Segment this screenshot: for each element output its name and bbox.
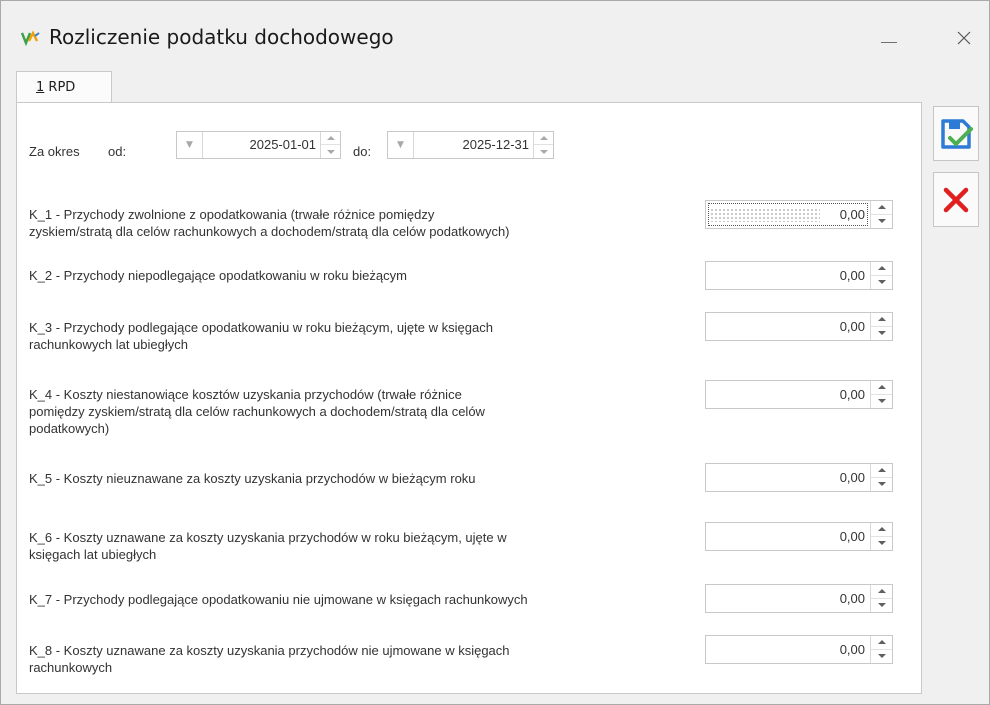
tab-label: RPD — [44, 80, 76, 95]
k8-spinner[interactable] — [870, 636, 892, 663]
row-k5-label: K_5 - Koszty nieuznawane za koszty uzysk… — [29, 470, 476, 487]
row-k7-label: K_7 - Przychody podlegające opodatkowani… — [29, 591, 528, 608]
date-to-field[interactable]: ▼ 2025-12-31 — [387, 131, 554, 159]
period-to-label: do: — [353, 144, 372, 159]
minimize-icon — [881, 41, 897, 43]
window-title: Rozliczenie podatku dochodowego — [49, 25, 394, 49]
k8-amount-input[interactable]: 0,00 — [705, 635, 893, 664]
spin-up-icon[interactable] — [871, 201, 892, 215]
spin-up-icon[interactable] — [321, 132, 340, 145]
row-k7-line: K_7 - Przychody podlegające opodatkowani… — [29, 592, 528, 607]
date-from-spinner[interactable] — [320, 132, 340, 158]
tab-rpd[interactable]: 1 RPD — [16, 71, 112, 103]
row-k2-line: K_2 - Przychody niepodlegające opodatkow… — [29, 268, 407, 283]
k7-spinner[interactable] — [870, 585, 892, 612]
dropdown-arrow-icon[interactable]: ▼ — [177, 132, 203, 158]
spin-down-icon[interactable] — [871, 215, 892, 229]
row-k1-line: K_1 - Przychody zwolnione z opodatkowani… — [29, 207, 435, 222]
date-to-value: 2025-12-31 — [462, 137, 530, 152]
spin-down-icon[interactable] — [871, 478, 892, 492]
dropdown-arrow-icon[interactable]: ▼ — [388, 132, 414, 158]
k6-amount-input[interactable]: 0,00 — [705, 522, 893, 551]
k2-amount-value: 0,00 — [839, 268, 865, 283]
k8-amount-value: 0,00 — [839, 642, 865, 657]
row-k6-label: K_6 - Koszty uznawane za koszty uzyskani… — [29, 529, 507, 563]
cancel-icon — [943, 187, 969, 212]
spin-up-icon[interactable] — [871, 313, 892, 327]
k3-amount-value: 0,00 — [839, 319, 865, 334]
k5-amount-input[interactable]: 0,00 — [705, 463, 893, 492]
k3-spinner[interactable] — [870, 313, 892, 340]
row-k3-line: K_3 - Przychody podlegające opodatkowani… — [29, 320, 493, 335]
cancel-button[interactable] — [933, 172, 979, 227]
spin-down-icon[interactable] — [871, 395, 892, 409]
spin-up-icon[interactable] — [871, 381, 892, 395]
spin-down-icon[interactable] — [321, 145, 340, 158]
spin-down-icon[interactable] — [534, 145, 553, 158]
title-bar: Rozliczenie podatku dochodowego — [1, 1, 989, 69]
spin-up-icon[interactable] — [871, 262, 892, 276]
row-k4-line: K_4 - Koszty niestanowiące kosztów uzysk… — [29, 387, 462, 402]
row-k6-line: K_6 - Koszty uznawane za koszty uzyskani… — [29, 530, 507, 545]
save-button[interactable] — [933, 106, 979, 161]
k1-spinner[interactable] — [870, 201, 892, 228]
row-k2-label: K_2 - Przychody niepodlegające opodatkow… — [29, 267, 407, 284]
row-k4-line: podatkowych) — [29, 421, 110, 436]
close-button[interactable] — [941, 19, 987, 57]
k5-spinner[interactable] — [870, 464, 892, 491]
k2-amount-input[interactable]: 0,00 — [705, 261, 893, 290]
row-k8-line: K_8 - Koszty uznawane za koszty uzyskani… — [29, 643, 510, 658]
row-k1-line: zyskiem/stratą dla celów rachunkowych a … — [29, 224, 510, 239]
k7-amount-input[interactable]: 0,00 — [705, 584, 893, 613]
row-k8-label: K_8 - Koszty uznawane za koszty uzyskani… — [29, 642, 510, 676]
row-k3-line: rachunkowych lat ubiegłych — [29, 337, 188, 352]
k5-amount-value: 0,00 — [839, 470, 865, 485]
dialog-window: Rozliczenie podatku dochodowego 1 RPD Za… — [0, 0, 990, 705]
spin-up-icon[interactable] — [871, 464, 892, 478]
spin-down-icon[interactable] — [871, 650, 892, 664]
k7-amount-value: 0,00 — [839, 591, 865, 606]
spin-up-icon[interactable] — [871, 636, 892, 650]
row-k6-line: księgach lat ubiegłych — [29, 547, 157, 562]
spin-down-icon[interactable] — [871, 599, 892, 613]
period-from-label: od: — [108, 144, 127, 159]
spin-down-icon[interactable] — [871, 276, 892, 290]
close-icon — [957, 31, 971, 45]
date-from-field[interactable]: ▼ 2025-01-01 — [176, 131, 341, 159]
save-icon — [941, 118, 973, 149]
row-k5-line: K_5 - Koszty nieuznawane za koszty uzysk… — [29, 471, 476, 486]
row-k1-label: K_1 - Przychody zwolnione z opodatkowani… — [29, 206, 510, 240]
k1-amount-value: 0,00 — [839, 207, 865, 222]
spin-up-icon[interactable] — [871, 523, 892, 537]
k4-amount-input[interactable]: 0,00 — [705, 380, 893, 409]
date-to-spinner[interactable] — [533, 132, 553, 158]
k2-spinner[interactable] — [870, 262, 892, 289]
k3-amount-input[interactable]: 0,00 — [705, 312, 893, 341]
k4-spinner[interactable] — [870, 381, 892, 408]
spin-up-icon[interactable] — [871, 585, 892, 599]
app-logo-icon — [21, 30, 40, 46]
row-k3-label: K_3 - Przychody podlegające opodatkowani… — [29, 319, 493, 353]
k4-amount-value: 0,00 — [839, 387, 865, 402]
spin-up-icon[interactable] — [534, 132, 553, 145]
k1-amount-input[interactable]: 0,00 — [705, 200, 893, 229]
period-label: Za okres — [29, 144, 80, 159]
row-k4-line: pomiędzy zyskiem/stratą dla celów rachun… — [29, 404, 485, 419]
row-k4-label: K_4 - Koszty niestanowiące kosztów uzysk… — [29, 386, 485, 437]
minimize-button[interactable] — [867, 19, 911, 57]
k6-spinner[interactable] — [870, 523, 892, 550]
spin-down-icon[interactable] — [871, 537, 892, 551]
date-from-value: 2025-01-01 — [249, 137, 317, 152]
spin-down-icon[interactable] — [871, 327, 892, 341]
row-k8-line: rachunkowych — [29, 660, 113, 675]
k6-amount-value: 0,00 — [839, 529, 865, 544]
